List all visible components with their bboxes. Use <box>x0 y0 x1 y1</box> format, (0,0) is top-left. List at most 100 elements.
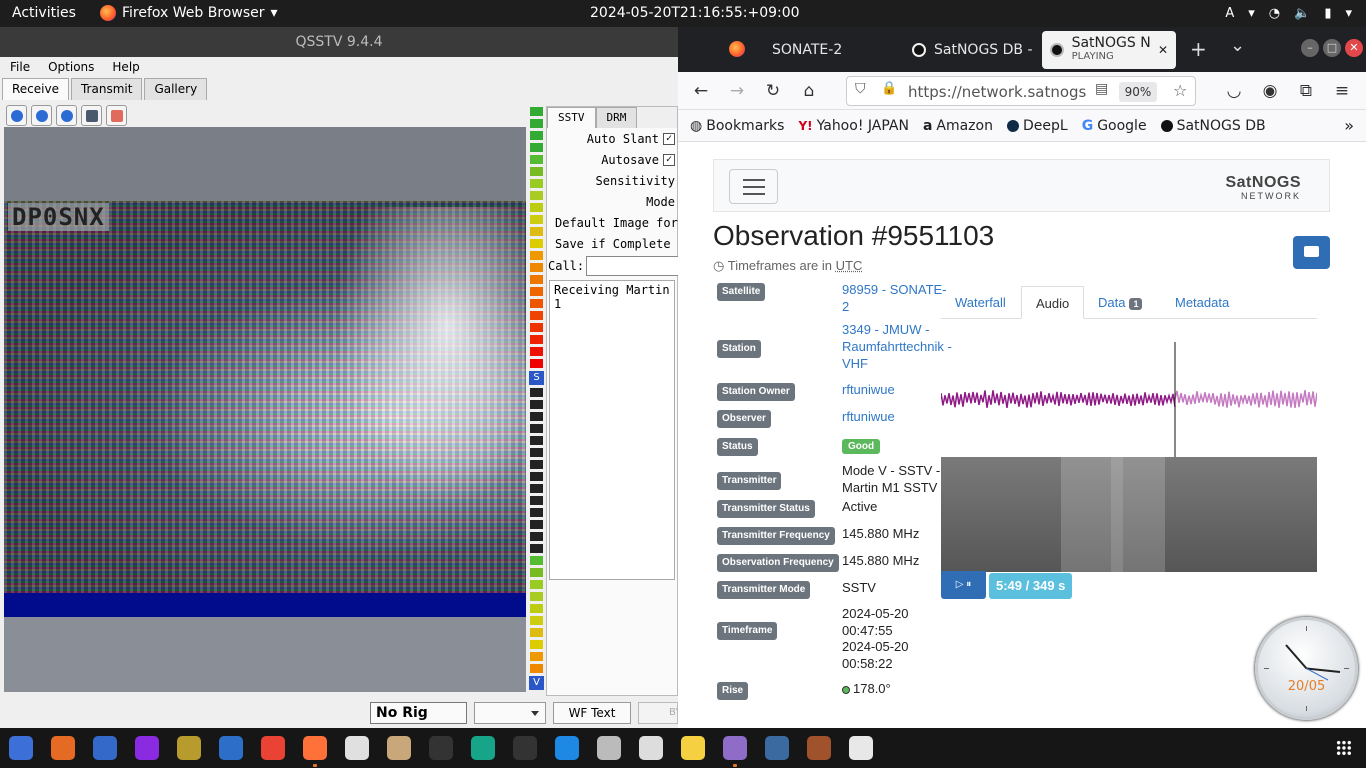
url-bar[interactable]: ⛉ 🔒 https://network.satnogs.org/observat… <box>846 76 1196 106</box>
menu-icon[interactable]: ≡ <box>1331 80 1353 102</box>
menu-options[interactable]: Options <box>48 57 94 78</box>
waveform-monitor-icon[interactable] <box>513 736 537 760</box>
more-bookmarks-button[interactable]: » <box>1344 116 1354 135</box>
url-text[interactable]: https://network.satnogs.org/observations… <box>908 83 1088 101</box>
status-combo[interactable] <box>474 702 546 724</box>
software-store-icon[interactable] <box>51 736 75 760</box>
meter-segment <box>530 131 543 140</box>
comment-button[interactable] <box>1293 236 1330 269</box>
minimize-button[interactable]: – <box>1301 39 1319 57</box>
meter-segment <box>530 664 543 673</box>
archive-icon[interactable] <box>387 736 411 760</box>
tab-list-button[interactable]: ⌄ <box>1230 35 1245 56</box>
shield-icon[interactable]: ⛉ <box>855 81 866 97</box>
timeframe-start: 2024-05-20 00:47:55 <box>842 606 909 638</box>
reader-view-icon[interactable]: ▤ <box>1095 81 1108 97</box>
hamburger-menu-button[interactable] <box>729 169 778 204</box>
tab-sstv[interactable]: SSTV <box>547 107 596 128</box>
start-button[interactable] <box>6 105 27 126</box>
tab-drm[interactable]: DRM <box>595 107 638 128</box>
settings-icon[interactable] <box>597 736 621 760</box>
bookmark-yahoo[interactable]: Y! Yahoo! JAPAN <box>798 118 909 134</box>
save-button[interactable] <box>81 105 102 126</box>
tab-sonate[interactable]: SONATE-2 <box>772 31 842 69</box>
home-button[interactable]: ⌂ <box>798 80 820 102</box>
menu-file[interactable]: File <box>10 57 30 78</box>
satellite-dish-icon[interactable] <box>177 736 201 760</box>
autosave-checkbox[interactable]: ✓ <box>663 153 675 166</box>
autosave-row: Autosave ✓ <box>547 149 677 170</box>
resync-button[interactable] <box>56 105 77 126</box>
auto-slant-checkbox[interactable]: ✓ <box>663 132 675 145</box>
input-method-indicator[interactable]: A <box>1225 6 1234 21</box>
thunderbird-icon[interactable] <box>219 736 243 760</box>
call-input[interactable] <box>586 256 687 276</box>
zoom-level[interactable]: 90% <box>1119 82 1157 102</box>
maximize-button[interactable]: □ <box>1323 39 1341 57</box>
extensions-icon[interactable]: ⧉ <box>1295 80 1317 102</box>
star-icon[interactable]: ☆ <box>1173 81 1187 100</box>
libreoffice-icon[interactable] <box>93 736 117 760</box>
show-apps-icon[interactable] <box>1336 740 1352 756</box>
gqrx-icon[interactable] <box>471 736 495 760</box>
menu-help[interactable]: Help <box>112 57 139 78</box>
bookmark-google[interactable]: G Google <box>1082 118 1147 134</box>
forward-button[interactable]: → <box>726 80 748 102</box>
signal-meter: SV <box>529 107 544 697</box>
system-tray[interactable]: A ▾ ◔ 🔈 ▮ ▾ <box>1225 0 1366 27</box>
tab-waterfall[interactable]: Waterfall <box>955 286 1006 319</box>
by-button[interactable]: BY <box>638 702 681 724</box>
bookmark-deepl[interactable]: DeepL <box>1006 118 1068 134</box>
received-image: DP0SNX <box>4 127 526 692</box>
weather-icon[interactable] <box>639 736 663 760</box>
satellite-tracker-icon[interactable] <box>555 736 579 760</box>
tab-audio[interactable]: Audio <box>1021 286 1085 319</box>
detail-value[interactable]: 3349 - JMUW - Raumfahrttechnik - VHF <box>842 321 952 372</box>
satnogs-logo[interactable]: SatNOGS NETWORK <box>1225 175 1301 202</box>
text-editor-icon[interactable] <box>345 736 369 760</box>
detail-value[interactable]: rftuniwue <box>842 408 952 425</box>
analog-clock-widget[interactable]: 20/05 <box>1255 617 1358 720</box>
new-tab-button[interactable]: + <box>1190 37 1207 61</box>
help-icon[interactable] <box>9 736 33 760</box>
detail-value[interactable]: rftuniwue <box>842 381 952 398</box>
stop-button[interactable] <box>31 105 52 126</box>
tab-label: SatNOGS DB - <box>934 42 1033 58</box>
detail-value[interactable]: 98959 - SONATE-2 <box>842 281 952 315</box>
clock-face-icon <box>1264 626 1349 711</box>
firefox-view-icon[interactable] <box>729 41 745 57</box>
bookmark-satnogs-db[interactable]: SatNOGS DB <box>1160 118 1266 134</box>
back-button[interactable]: ← <box>690 80 712 102</box>
lock-icon[interactable]: 🔒 <box>881 81 897 96</box>
play-pause-button[interactable]: ▷ ⏸ <box>941 571 986 599</box>
chrome-icon[interactable] <box>261 736 285 760</box>
bookmarks-menu[interactable]: ◍ Bookmarks <box>690 118 784 134</box>
crystal-icon[interactable] <box>723 736 747 760</box>
activities-button[interactable]: Activities <box>12 5 76 21</box>
clock-app-icon[interactable] <box>849 736 873 760</box>
tab-gallery[interactable]: Gallery <box>144 78 208 100</box>
wf-text-button[interactable]: WF Text <box>553 702 631 724</box>
audio-waveform[interactable] <box>941 342 1317 457</box>
date-time[interactable]: 2024-05-20T21:16:55:+09:00 <box>590 5 800 21</box>
tab-satnogs-db[interactable]: SatNOGS DB - <box>912 31 1033 69</box>
close-window-button[interactable]: ✕ <box>1345 39 1363 57</box>
tux-icon[interactable] <box>681 736 705 760</box>
tab-metadata[interactable]: Metadata <box>1175 286 1229 319</box>
erase-button[interactable] <box>106 105 127 126</box>
app-menu[interactable]: Firefox Web Browser ▾ <box>100 5 278 21</box>
tab-satnogs-network[interactable]: SatNOGS Ne PLAYING ✕ <box>1042 31 1176 69</box>
pocket-icon[interactable]: ◡ <box>1223 80 1245 102</box>
files-icon[interactable] <box>807 736 831 760</box>
account-icon[interactable]: ◉ <box>1259 80 1281 102</box>
reload-button[interactable]: ↻ <box>762 80 784 102</box>
terminal-icon[interactable] <box>429 736 453 760</box>
close-icon[interactable]: ✕ <box>1158 43 1168 57</box>
bookmark-amazon[interactable]: a Amazon <box>923 118 993 134</box>
headset-icon[interactable] <box>135 736 159 760</box>
tab-transmit[interactable]: Transmit <box>70 78 143 100</box>
tab-receive[interactable]: Receive <box>2 78 69 100</box>
firefox-icon[interactable] <box>303 736 327 760</box>
tab-data[interactable]: Data 1 <box>1098 286 1143 319</box>
screenshot-icon[interactable] <box>765 736 789 760</box>
